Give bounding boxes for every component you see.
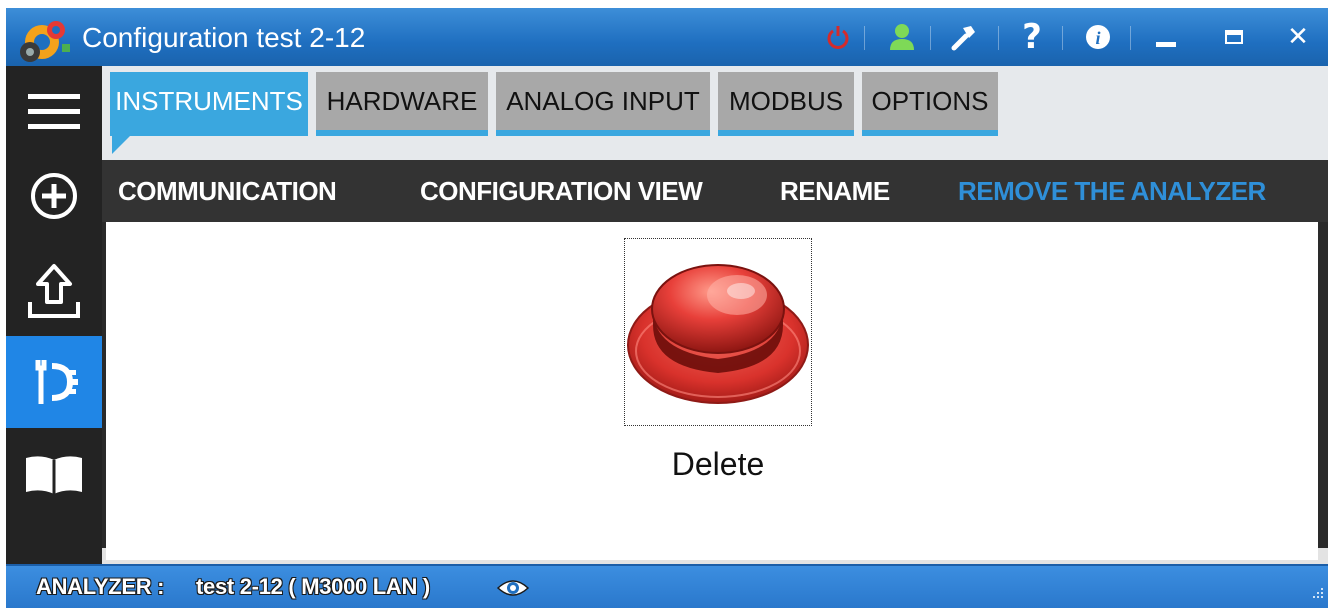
- title-separator: [998, 26, 999, 50]
- analyzer-label: ANALYZER :: [36, 574, 165, 599]
- sidebar-item-upload[interactable]: [6, 246, 102, 338]
- title-separator: [1130, 26, 1131, 50]
- tab-options[interactable]: OPTIONS: [862, 72, 998, 136]
- active-tab-pointer: [112, 136, 142, 154]
- upload-icon: [28, 264, 80, 318]
- sidebar-item-manual[interactable]: [6, 428, 102, 520]
- window-title: Configuration test 2-12: [82, 22, 366, 53]
- main-content: Delete: [106, 222, 1318, 560]
- sidebar-item-configuration[interactable]: [6, 336, 102, 428]
- tools-gear-icon: [35, 360, 78, 404]
- tab-strip: INSTRUMENTS HARDWARE ANALOG INPUT MODBUS…: [102, 66, 1328, 160]
- tab-hardware[interactable]: HARDWARE: [316, 72, 488, 136]
- maximize-icon[interactable]: [1214, 20, 1254, 54]
- sidebar: [6, 66, 102, 564]
- command-bar: COMMUNICATION CONFIGURATION VIEW RENAME …: [102, 160, 1328, 222]
- tab-modbus[interactable]: MODBUS: [718, 72, 854, 136]
- remove-analyzer-button[interactable]: REMOVE THE ANALYZER: [958, 176, 1266, 207]
- app-gears-icon: [20, 21, 70, 62]
- red-push-button-icon: [627, 264, 809, 404]
- hamburger-menu-icon: [28, 94, 80, 129]
- delete-label: Delete: [671, 446, 765, 482]
- info-icon[interactable]: i: [1078, 20, 1118, 54]
- tab-instruments[interactable]: INSTRUMENTS: [110, 72, 308, 136]
- eye-icon[interactable]: [496, 576, 530, 605]
- title-separator: [930, 26, 931, 50]
- power-icon[interactable]: [818, 20, 858, 54]
- status-bar: ANALYZER : test 2-12 ( M3000 LAN ): [6, 564, 1328, 608]
- sidebar-item-add[interactable]: [6, 150, 102, 242]
- plus-circle-icon: [31, 173, 77, 219]
- configuration-view-button[interactable]: CONFIGURATION VIEW: [420, 176, 703, 207]
- minimize-icon[interactable]: [1146, 20, 1186, 54]
- resize-grip-icon[interactable]: [1310, 585, 1324, 604]
- title-bar: Configuration test 2-12 ? i ✕: [6, 8, 1328, 66]
- delete-button[interactable]: [624, 238, 812, 426]
- wrench-icon[interactable]: [944, 20, 984, 54]
- title-separator: [1062, 26, 1063, 50]
- rename-button[interactable]: RENAME: [780, 176, 890, 207]
- tab-analog-input[interactable]: ANALOG INPUT: [496, 72, 710, 136]
- app-window: Configuration test 2-12 ? i ✕ INSTRUMENT…: [6, 8, 1328, 608]
- user-icon[interactable]: [882, 20, 922, 54]
- book-icon: [26, 456, 82, 494]
- help-icon[interactable]: ?: [1012, 17, 1052, 57]
- communication-button[interactable]: COMMUNICATION: [118, 176, 337, 207]
- analyzer-value: test 2-12 ( M3000 LAN ): [196, 574, 430, 599]
- sidebar-item-menu[interactable]: [6, 66, 102, 158]
- close-icon[interactable]: ✕: [1278, 20, 1318, 54]
- title-separator: [864, 26, 865, 50]
- svg-text:i: i: [1095, 28, 1100, 48]
